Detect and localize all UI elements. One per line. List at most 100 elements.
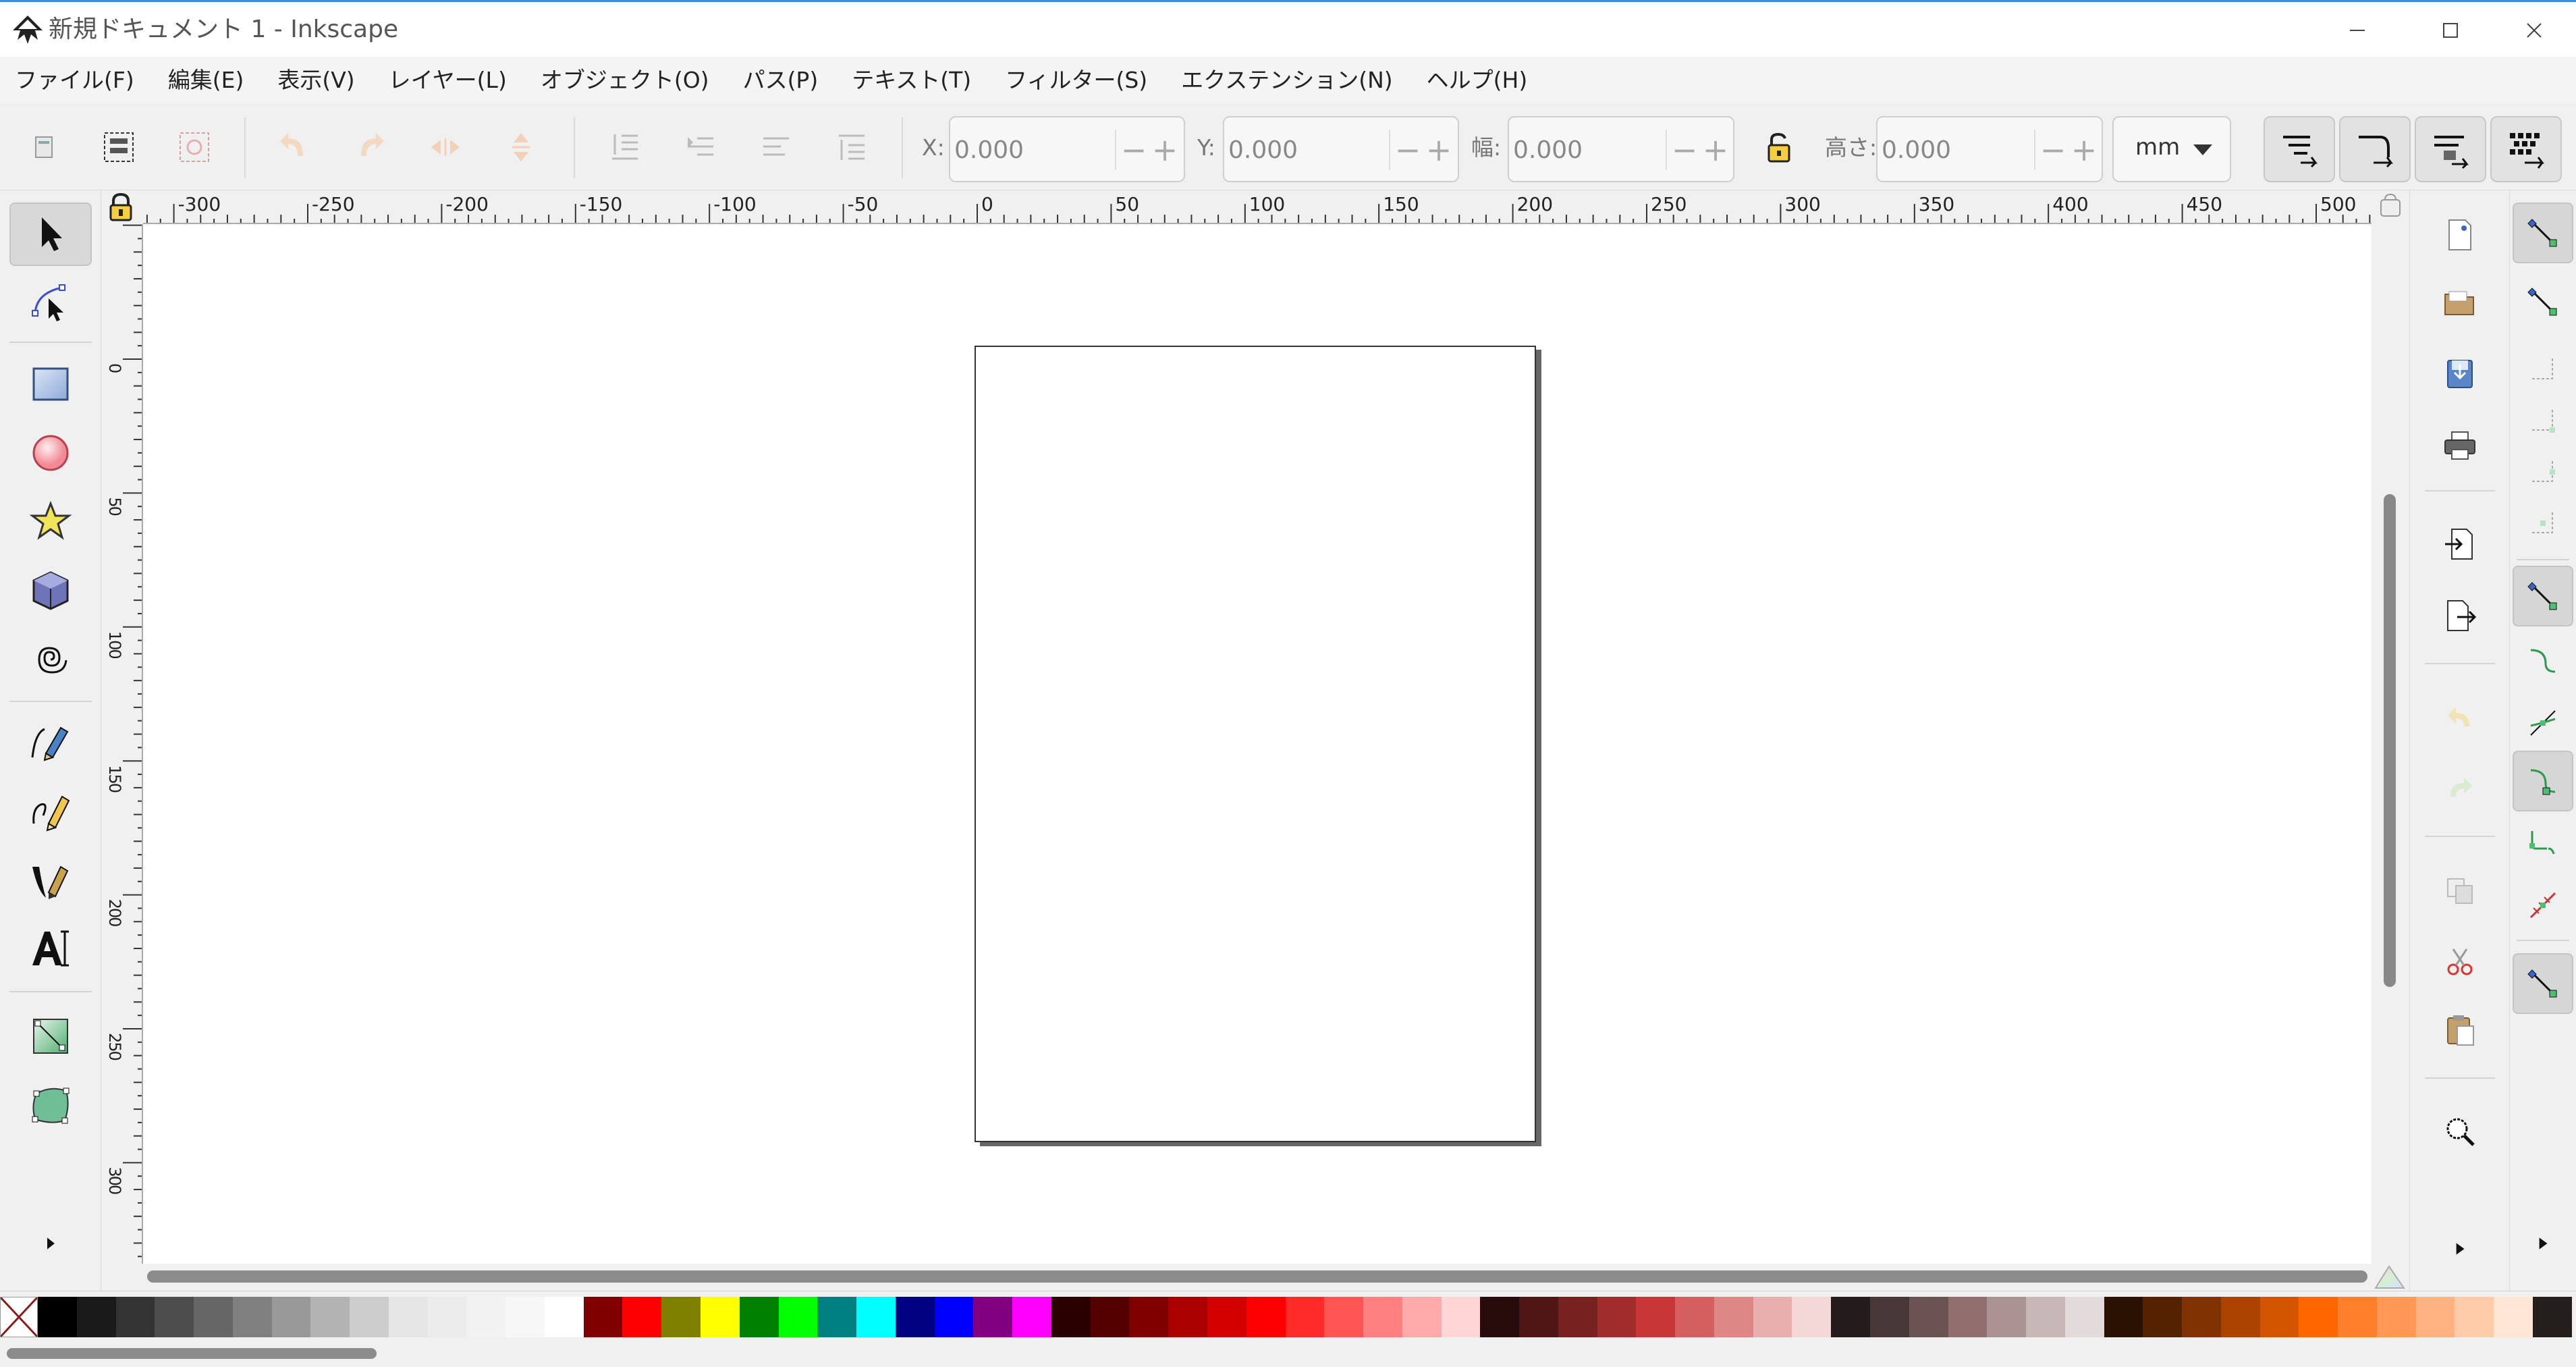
menu-object[interactable]: オブジェクト(O) <box>541 57 709 104</box>
color-swatch[interactable] <box>739 1297 779 1337</box>
scale-corners-button[interactable] <box>2339 116 2411 182</box>
color-swatch[interactable] <box>934 1297 974 1337</box>
x-increment-button[interactable]: + <box>1150 131 1180 169</box>
pencil-tool[interactable] <box>9 779 92 842</box>
color-swatch[interactable] <box>38 1297 77 1337</box>
open-button[interactable] <box>2440 282 2480 323</box>
color-swatch[interactable] <box>76 1297 116 1337</box>
color-swatch[interactable] <box>1869 1297 1909 1337</box>
ellipse-tool[interactable] <box>9 421 92 485</box>
menu-layer[interactable]: レイヤー(L) <box>389 57 507 104</box>
lower-button[interactable] <box>680 127 721 167</box>
color-managed-toggle[interactable] <box>2372 1264 2409 1291</box>
menu-filters[interactable]: フィルター(S) <box>1005 57 1147 104</box>
snap-midpoints-toggle[interactable] <box>2513 875 2573 936</box>
toolbox-overflow-button[interactable] <box>9 1223 92 1264</box>
commands-overflow-button[interactable] <box>2440 1229 2480 1269</box>
color-swatch[interactable] <box>2415 1297 2455 1337</box>
flip-horizontal-button[interactable] <box>425 127 466 167</box>
drawing-canvas[interactable] <box>143 224 2372 1264</box>
color-swatch[interactable] <box>1714 1297 1753 1337</box>
x-decrement-button[interactable]: − <box>1119 131 1149 169</box>
color-swatch[interactable] <box>661 1297 701 1337</box>
color-swatch[interactable] <box>505 1297 545 1337</box>
node-tool[interactable] <box>9 270 92 333</box>
horizontal-scroll-thumb[interactable] <box>147 1270 2367 1283</box>
gradient-tool[interactable] <box>9 1004 92 1068</box>
height-decrement-button[interactable]: − <box>2038 131 2068 169</box>
color-swatch[interactable] <box>232 1297 272 1337</box>
x-input[interactable] <box>954 131 1109 169</box>
color-swatch[interactable] <box>817 1297 857 1337</box>
rectangle-tool[interactable] <box>9 352 92 416</box>
move-patterns-button[interactable] <box>2490 116 2562 182</box>
color-swatch[interactable] <box>1558 1297 1597 1337</box>
snap-smooth-nodes-toggle[interactable] <box>2513 813 2573 874</box>
document-page[interactable] <box>975 346 1536 1142</box>
color-swatch[interactable] <box>1987 1297 2027 1337</box>
lower-to-bottom-button[interactable] <box>605 127 645 167</box>
color-swatch[interactable] <box>1129 1297 1169 1337</box>
color-swatch[interactable] <box>1948 1297 1988 1337</box>
select-all-layers-button[interactable] <box>99 127 139 167</box>
snap-enable-toggle[interactable] <box>2513 203 2573 263</box>
color-swatch[interactable] <box>973 1297 1013 1337</box>
color-swatch[interactable] <box>1519 1297 1558 1337</box>
height-increment-button[interactable]: + <box>2069 131 2099 169</box>
width-input[interactable] <box>1513 131 1668 169</box>
color-swatch[interactable] <box>155 1297 194 1337</box>
menu-file[interactable]: ファイル(F) <box>15 57 134 104</box>
color-swatch[interactable] <box>1051 1297 1091 1337</box>
menu-help[interactable]: ヘルプ(H) <box>1427 57 1528 104</box>
color-swatch[interactable] <box>2494 1297 2533 1337</box>
color-swatch[interactable] <box>1246 1297 1286 1337</box>
color-swatch[interactable] <box>2064 1297 2104 1337</box>
rotation-lock-corner[interactable] <box>2372 190 2409 224</box>
height-input[interactable] <box>1882 131 2037 169</box>
mesh-tool[interactable] <box>9 1073 92 1137</box>
color-swatch[interactable] <box>2143 1297 2183 1337</box>
cut-button[interactable] <box>2440 941 2480 982</box>
snap-bbox-center-toggle[interactable] <box>2513 493 2573 554</box>
color-swatch[interactable] <box>1753 1297 1792 1337</box>
color-swatch[interactable] <box>115 1297 155 1337</box>
snap-intersections-toggle[interactable] <box>2513 693 2573 753</box>
color-swatch[interactable] <box>1441 1297 1481 1337</box>
copy-button[interactable] <box>2440 871 2480 911</box>
menu-text[interactable]: テキスト(T) <box>852 57 971 104</box>
color-swatch[interactable] <box>1168 1297 1207 1337</box>
zoom-button[interactable] <box>2440 1111 2480 1152</box>
color-swatch[interactable] <box>778 1297 818 1337</box>
maximize-button[interactable] <box>2407 9 2494 52</box>
color-swatch[interactable] <box>2182 1297 2221 1337</box>
color-swatch[interactable] <box>271 1297 311 1337</box>
ruler-corner[interactable] <box>101 190 143 224</box>
vertical-ruler[interactable]: 0 50 100 150 200 250 300 <box>101 224 143 1264</box>
palette-scrollbar[interactable] <box>0 1342 2576 1367</box>
color-swatch[interactable] <box>622 1297 662 1337</box>
raise-to-top-button[interactable] <box>831 127 872 167</box>
color-swatch[interactable] <box>1480 1297 1520 1337</box>
pen-tool[interactable] <box>9 710 92 774</box>
color-swatch[interactable] <box>895 1297 935 1337</box>
color-swatch[interactable] <box>1207 1297 1246 1337</box>
color-swatch[interactable] <box>544 1297 584 1337</box>
import-button[interactable] <box>2440 524 2480 564</box>
print-button[interactable] <box>2440 425 2480 466</box>
rotate-cw-button[interactable] <box>350 127 390 167</box>
color-swatch[interactable] <box>1012 1297 1051 1337</box>
color-swatch[interactable] <box>310 1297 350 1337</box>
color-swatch[interactable] <box>388 1297 428 1337</box>
color-swatch[interactable] <box>1831 1297 1870 1337</box>
minimize-button[interactable] <box>2313 9 2401 52</box>
color-swatch[interactable] <box>427 1297 467 1337</box>
color-swatch[interactable] <box>2259 1297 2299 1337</box>
snap-others-toggle[interactable] <box>2513 953 2573 1014</box>
color-swatch[interactable] <box>2220 1297 2260 1337</box>
horizontal-ruler[interactable]: -300 -250 -200 -150 -100 -50 0 50 100 150 200 250 30… <box>143 190 2372 224</box>
horizontal-scrollbar[interactable] <box>143 1264 2372 1291</box>
lock-ratio-button[interactable] <box>1759 127 1799 167</box>
calligraphy-tool[interactable] <box>9 848 92 911</box>
export-button[interactable] <box>2440 595 2480 636</box>
menu-view[interactable]: 表示(V) <box>277 57 354 104</box>
